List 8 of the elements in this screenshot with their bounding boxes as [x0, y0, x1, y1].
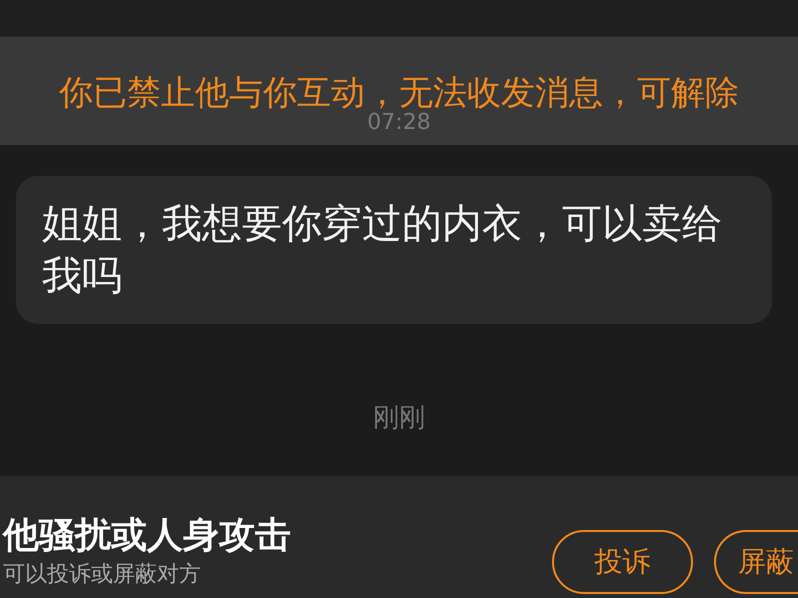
panel-subtitle: 可以投诉或屏蔽对方: [3, 561, 202, 589]
report-button[interactable]: 投诉: [552, 530, 693, 594]
message-time: 刚刚: [373, 402, 425, 435]
message-timestamp: 07:28: [367, 111, 431, 135]
message-text: 姐姐，我想要你穿过的内衣，可以卖给我吗: [42, 200, 723, 301]
panel-title: 他骚扰或人身攻击: [3, 514, 291, 558]
block-button[interactable]: 屏蔽: [714, 530, 798, 594]
blocked-notice: 你已禁止他与你互动，无法收发消息，可解除: [59, 72, 739, 113]
